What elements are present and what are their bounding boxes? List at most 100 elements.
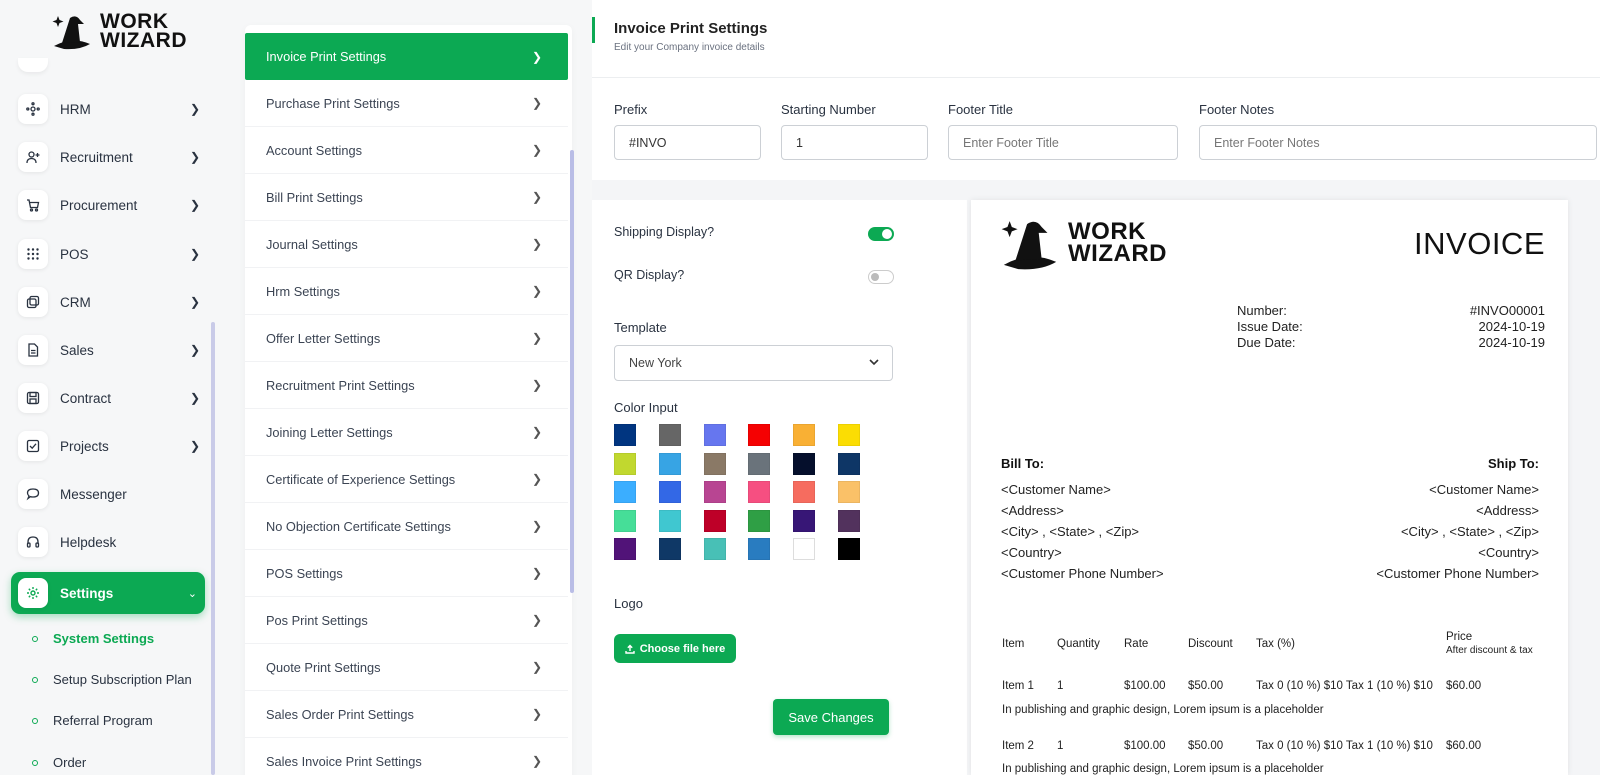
sidebar-item-sales[interactable]: Sales ❯ <box>18 332 208 368</box>
shipping-display-toggle[interactable] <box>868 227 894 241</box>
sidebar-subitem-referral[interactable]: Referral Program <box>32 713 153 728</box>
settings-item-journal[interactable]: Journal Settings ❯ <box>245 221 568 268</box>
sidebar-item-label: CRM <box>60 294 91 310</box>
sidebar-item-helpdesk[interactable]: Helpdesk <box>18 524 208 560</box>
color-swatch[interactable] <box>793 509 816 532</box>
color-swatch[interactable] <box>703 538 726 560</box>
settings-item-label: Quote Print Settings <box>266 659 381 675</box>
bill-to-heading: Bill To: <box>1001 456 1045 471</box>
prefix-input[interactable] <box>614 125 761 160</box>
sidebar-item-pos[interactable]: POS ❯ <box>18 236 208 272</box>
footer-notes-input[interactable] <box>1199 125 1597 160</box>
settings-item-hrm[interactable]: Hrm Settings ❯ <box>245 268 568 315</box>
sidebar-subitem-label: Referral Program <box>53 713 153 728</box>
chevron-right-icon: ❯ <box>531 566 542 580</box>
color-swatch[interactable] <box>658 452 681 475</box>
color-swatch[interactable] <box>748 538 771 560</box>
settings-item-account[interactable]: Account Settings ❯ <box>245 127 568 174</box>
settings-item-joining-letter[interactable]: Joining Letter Settings ❯ <box>245 409 568 456</box>
qr-display-toggle[interactable] <box>868 270 894 284</box>
upload-icon <box>625 644 635 654</box>
column-tax: Tax (%) <box>1256 638 1295 650</box>
brand-logo[interactable]: WORK WIZARD <box>50 11 187 51</box>
sidebar-subitem-subscription[interactable]: Setup Subscription Plan <box>32 672 192 687</box>
starting-number-label: Starting Number <box>781 102 876 117</box>
sidebar-subitem-order[interactable]: Order <box>32 755 86 770</box>
cart-icon <box>18 190 48 220</box>
color-swatch[interactable] <box>614 424 636 446</box>
color-swatch[interactable] <box>614 452 636 475</box>
sidebar-item-recruitment[interactable]: Recruitment ❯ <box>18 139 208 175</box>
color-swatch[interactable] <box>703 424 726 446</box>
ship-to-line: <City> , <State> , <Zip> <box>1400 524 1539 539</box>
color-swatch[interactable] <box>838 424 860 446</box>
sidebar-item-label: Contract <box>60 390 112 406</box>
settings-item-experience-certificate[interactable]: Certificate of Experience Settings ❯ <box>245 456 568 503</box>
color-swatch[interactable] <box>703 481 726 503</box>
footer-title-input[interactable] <box>948 125 1178 160</box>
sidebar-item-partial[interactable] <box>18 58 48 72</box>
color-swatch[interactable] <box>614 509 636 532</box>
settings-item-noc[interactable]: No Objection Certificate Settings ❯ <box>245 503 568 550</box>
settings-item-invoice-print[interactable]: Invoice Print Settings ❯ <box>245 33 568 80</box>
color-swatch[interactable] <box>838 509 860 532</box>
template-label: Template <box>614 320 667 335</box>
settings-item-purchase-print[interactable]: Purchase Print Settings ❯ <box>245 80 568 127</box>
color-swatch[interactable] <box>748 424 771 446</box>
color-swatch[interactable] <box>838 538 860 560</box>
color-swatch[interactable] <box>614 481 636 503</box>
settings-item-recruitment-print[interactable]: Recruitment Print Settings ❯ <box>245 362 568 409</box>
settings-item-offer-letter[interactable]: Offer Letter Settings ❯ <box>245 315 568 362</box>
settings-item-sales-order-print[interactable]: Sales Order Print Settings ❯ <box>245 691 568 738</box>
color-swatch[interactable] <box>748 509 771 532</box>
sidebar-item-label: POS <box>60 246 89 262</box>
color-swatch[interactable] <box>838 452 860 475</box>
check-square-icon <box>18 431 48 461</box>
choose-file-button[interactable]: Choose file here <box>614 634 736 663</box>
sidebar-item-crm[interactable]: CRM ❯ <box>18 284 208 320</box>
color-swatch[interactable] <box>793 481 816 503</box>
template-select[interactable]: New York <box>614 345 893 381</box>
sidebar-item-settings[interactable]: Settings ⌄ <box>11 572 205 614</box>
color-swatch[interactable] <box>793 452 816 475</box>
sidebar-item-procurement[interactable]: Procurement ❯ <box>18 187 208 223</box>
choose-file-label: Choose file here <box>639 642 726 655</box>
color-swatch[interactable] <box>793 538 816 560</box>
settings-item-label: POS Settings <box>266 565 343 581</box>
sidebar-item-projects[interactable]: Projects ❯ <box>18 428 208 464</box>
color-swatch[interactable] <box>748 481 771 503</box>
settings-item-bill-print[interactable]: Bill Print Settings ❯ <box>245 174 568 221</box>
sidebar-item-label: HRM <box>60 101 91 117</box>
row-rate: $100.00 <box>1124 680 1166 692</box>
settings-item-quote-print[interactable]: Quote Print Settings ❯ <box>245 644 568 691</box>
color-swatch[interactable] <box>703 452 726 475</box>
settings-item-sales-invoice-print[interactable]: Sales Invoice Print Settings ❯ <box>245 738 568 775</box>
meta-label: Issue Date: <box>1237 319 1303 334</box>
color-swatch[interactable] <box>658 481 681 503</box>
settings-item-pos-print[interactable]: Pos Print Settings ❯ <box>245 597 568 644</box>
row-qty: 1 <box>1057 680 1064 692</box>
chevron-right-icon: ❯ <box>531 143 542 157</box>
color-swatch[interactable] <box>658 509 681 532</box>
save-changes-button[interactable]: Save Changes <box>773 699 889 735</box>
sidebar-item-messenger[interactable]: Messenger <box>18 476 208 512</box>
color-swatch[interactable] <box>838 481 860 503</box>
starting-number-input[interactable] <box>781 125 928 160</box>
color-swatch[interactable] <box>748 452 771 475</box>
sidebar-subitem-system-settings[interactable]: System Settings <box>32 631 154 646</box>
color-swatch[interactable] <box>658 424 681 446</box>
settings-item-pos[interactable]: POS Settings ❯ <box>245 550 568 597</box>
file-icon <box>18 335 48 365</box>
settings-list-scrollbar[interactable] <box>570 150 574 593</box>
sidebar-subitem-label: Setup Subscription Plan <box>53 672 192 687</box>
color-swatch[interactable] <box>658 538 681 560</box>
sidebar-scrollbar[interactable] <box>211 322 215 775</box>
sidebar-item-hrm[interactable]: HRM ❯ <box>18 91 208 127</box>
color-swatch[interactable] <box>614 538 636 560</box>
row-tax: Tax 0 (10 %) $10 Tax 1 (10 %) $10 <box>1256 740 1433 752</box>
color-swatch[interactable] <box>793 424 816 446</box>
bullet-icon <box>32 635 38 642</box>
color-swatch[interactable] <box>703 509 726 532</box>
sidebar-item-contract[interactable]: Contract ❯ <box>18 380 208 416</box>
chevron-right-icon: ❯ <box>189 439 200 453</box>
